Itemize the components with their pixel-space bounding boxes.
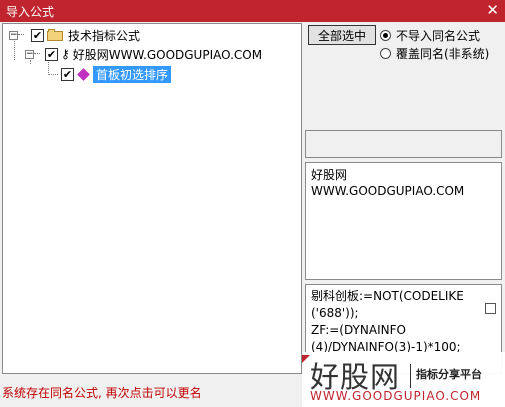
radio-unselected-icon[interactable] xyxy=(380,48,391,59)
root-checkbox[interactable]: ✔ xyxy=(31,28,44,42)
tree-node-root-label: 技术指标公式 xyxy=(68,28,141,43)
watermark: 好股网 指标分享平台 WWW.GOODGUPIAO.COM xyxy=(302,352,505,407)
folder-icon xyxy=(47,29,63,41)
tree-node-root[interactable]: − ✔ 技术指标公式 xyxy=(9,27,140,43)
tree-node-child[interactable]: − ✔ ⚷ 好股网WWW.GOODGUPIAO.COM xyxy=(25,46,262,62)
tree-line xyxy=(48,74,58,75)
radio-no-import[interactable]: 不导入同名公式 xyxy=(380,27,480,44)
collapse-icon[interactable]: − xyxy=(9,30,18,40)
radio-overwrite-label: 覆盖同名(非系统) xyxy=(396,47,490,61)
tree-node-leaf-label: 首板初选排序 xyxy=(93,65,172,83)
code-line: ('688')); xyxy=(311,306,359,320)
description-line: 好股网 xyxy=(311,168,348,182)
radio-no-import-label: 不导入同名公式 xyxy=(396,29,481,43)
leaf-checkbox[interactable]: ✔ xyxy=(61,67,74,81)
code-checkbox[interactable] xyxy=(485,303,496,314)
description-line: WWW.GOODGUPIAO.COM xyxy=(311,184,465,198)
code-line: 剔科创板:=NOT(CODELIKE xyxy=(311,289,464,303)
watermark-divider xyxy=(410,364,411,388)
name-field-panel xyxy=(305,130,502,158)
key-icon: ⚷ xyxy=(61,47,70,61)
radio-selected-icon[interactable] xyxy=(380,30,391,41)
watermark-url: WWW.GOODGUPIAO.COM xyxy=(310,389,482,403)
tree-node-leaf[interactable]: ✔ 首板初选排序 xyxy=(61,65,172,83)
close-icon[interactable]: ✕ xyxy=(486,1,499,19)
status-message: 系统存在同名公式, 再次点击可以更名 xyxy=(2,386,202,400)
select-all-button[interactable]: 全部选中 xyxy=(308,25,376,45)
formula-tree[interactable]: − ✔ 技术指标公式 − ✔ ⚷ 好股网WWW.GOODGUPIAO.COM ✔… xyxy=(2,23,302,374)
tree-node-child-label: 好股网WWW.GOODGUPIAO.COM xyxy=(72,47,263,62)
child-checkbox[interactable]: ✔ xyxy=(45,47,58,61)
tree-line xyxy=(48,60,49,75)
title-bar: 导入公式 ✕ xyxy=(0,0,505,22)
watermark-tagline: 指标分享平台 xyxy=(416,368,482,381)
formula-icon xyxy=(77,67,90,81)
radio-overwrite[interactable]: 覆盖同名(非系统) xyxy=(380,45,489,62)
code-line: ZF:=(DYNAINFO xyxy=(311,323,406,337)
window-title: 导入公式 xyxy=(6,5,55,19)
collapse-icon[interactable]: − xyxy=(25,49,34,59)
description-panel: 好股网 WWW.GOODGUPIAO.COM xyxy=(305,162,502,280)
watermark-corner-icon xyxy=(302,355,310,363)
